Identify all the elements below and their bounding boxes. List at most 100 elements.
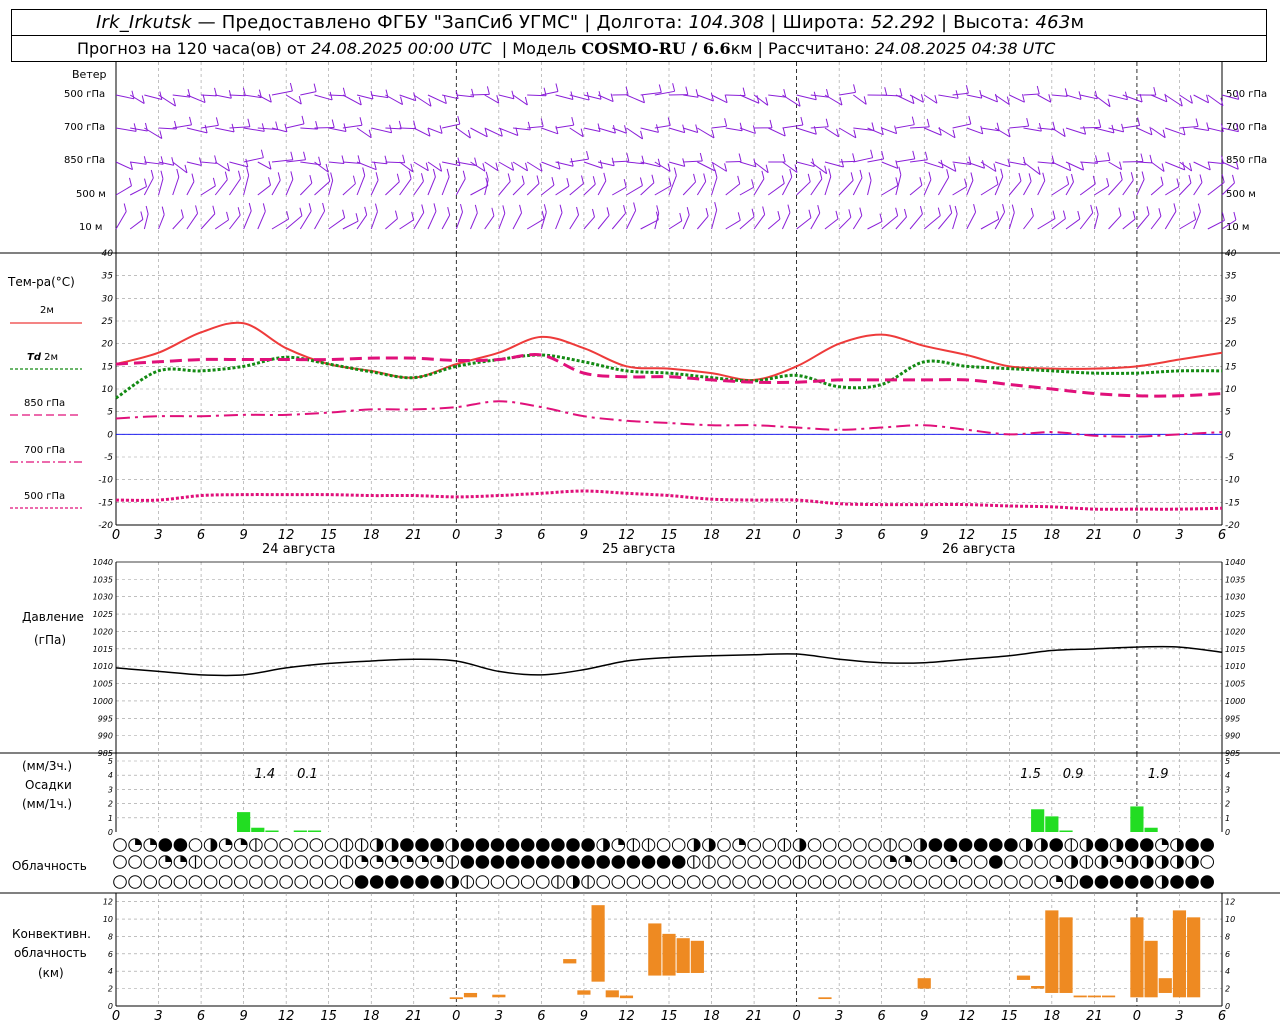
wind-barb-shaft bbox=[427, 94, 447, 105]
wind-barb-shaft bbox=[583, 161, 603, 169]
wind-barb bbox=[682, 173, 697, 196]
wind-barb-feather bbox=[1066, 176, 1070, 185]
precip-ytick-right: 3 bbox=[1225, 785, 1230, 794]
cloud-half bbox=[799, 838, 806, 852]
cloud-symbol bbox=[1079, 838, 1094, 852]
wind-barb-shaft bbox=[158, 214, 165, 230]
cloud-symbol bbox=[1140, 875, 1154, 889]
conv-ytick-right: 12 bbox=[1225, 898, 1235, 907]
pressure-ytick-left: 1025 bbox=[93, 610, 113, 619]
conv-x-tick-label: 12 bbox=[278, 1009, 295, 1024]
cloud-circle bbox=[128, 855, 142, 869]
wind-barb bbox=[1051, 176, 1070, 196]
cloud-circle bbox=[868, 838, 882, 852]
wind-barb-feather bbox=[928, 171, 932, 180]
temp-ytick-right: 40 bbox=[1225, 249, 1237, 259]
wind-barb bbox=[852, 207, 863, 230]
wind-barb-feather bbox=[330, 172, 334, 181]
wind-barb bbox=[838, 172, 854, 196]
wind-barb-feather bbox=[835, 210, 839, 220]
wind-barb bbox=[399, 211, 415, 230]
wind-barb-shaft bbox=[838, 180, 854, 196]
wind-barb bbox=[839, 84, 857, 96]
wind-barb bbox=[909, 94, 924, 103]
wind-barb bbox=[1193, 94, 1210, 104]
cloud-symbol bbox=[143, 838, 157, 852]
wind-barb-feather bbox=[329, 91, 333, 101]
cloud-symbol bbox=[792, 838, 807, 852]
wind-barb-feather bbox=[420, 173, 424, 182]
cloud-circle bbox=[732, 875, 746, 889]
cloud-symbol bbox=[324, 838, 339, 852]
wind-barb bbox=[484, 161, 499, 172]
wind-barb bbox=[966, 203, 977, 230]
wind-barb-feather bbox=[946, 169, 950, 178]
wind-barb-shaft bbox=[1136, 161, 1152, 164]
wind-barb-shaft bbox=[1023, 93, 1040, 96]
wind-barb bbox=[314, 173, 331, 196]
cloud-symbol bbox=[264, 838, 278, 852]
wind-barb-feather bbox=[639, 177, 643, 186]
conv-x-tick-label: 0 bbox=[1133, 1009, 1141, 1024]
cloud-circle bbox=[762, 875, 777, 889]
wind-barb-shaft bbox=[356, 214, 368, 230]
wind-barb bbox=[342, 117, 363, 129]
wind-barb bbox=[583, 176, 596, 196]
cloud-symbol bbox=[158, 875, 173, 889]
cloud-circle bbox=[143, 855, 157, 869]
cloud-circle bbox=[490, 875, 505, 889]
wind-barb-shaft bbox=[626, 185, 643, 196]
cloud-symbol bbox=[520, 838, 535, 852]
pressure-ytick-left: 1035 bbox=[93, 575, 113, 584]
wind-barb-shaft bbox=[923, 179, 932, 196]
conv-bar bbox=[1045, 910, 1059, 993]
wind-barb bbox=[739, 158, 757, 168]
cloud-symbol bbox=[309, 855, 324, 869]
conv-ytick-left: 8 bbox=[108, 932, 113, 941]
cloud-circle bbox=[853, 855, 867, 869]
wind-barb-shaft bbox=[328, 127, 347, 132]
conv-x-tick-label: 3 bbox=[154, 1009, 162, 1024]
cloud-circle bbox=[309, 875, 324, 889]
temp-ytick-left: 20 bbox=[102, 340, 114, 350]
cloud-circle bbox=[400, 838, 414, 852]
wind-barb-feather bbox=[541, 210, 545, 220]
wind-barb bbox=[725, 153, 742, 163]
wind-barb-shaft bbox=[796, 127, 817, 135]
cloud-symbol bbox=[324, 875, 339, 889]
conv-bar bbox=[1130, 917, 1144, 998]
cloud-circle bbox=[671, 875, 686, 889]
cloud-symbol bbox=[536, 875, 550, 889]
pressure-ytick-right: 1015 bbox=[1225, 645, 1245, 654]
wind-barb-feather bbox=[189, 116, 193, 125]
wind-barb-shaft bbox=[839, 160, 855, 163]
wind-barb-shaft bbox=[229, 161, 248, 168]
cloud-circle bbox=[626, 875, 641, 889]
wind-barb-shaft bbox=[711, 210, 718, 230]
wind-barb-shaft bbox=[1150, 161, 1165, 172]
pressure-ytick-right: 1030 bbox=[1225, 593, 1245, 602]
cloud-quarter bbox=[1161, 838, 1169, 845]
wind-barb bbox=[909, 151, 928, 163]
wind-barb-feather bbox=[486, 86, 490, 95]
pressure-ytick-right: 1035 bbox=[1225, 575, 1245, 584]
wind-barb-feather bbox=[1132, 210, 1136, 220]
wind-barb bbox=[1065, 210, 1081, 230]
wind-barb bbox=[938, 204, 953, 230]
cloud-half bbox=[1177, 855, 1184, 869]
conv-bar bbox=[662, 933, 676, 976]
cloud-symbol bbox=[188, 838, 203, 852]
conv-bar bbox=[591, 905, 605, 982]
cloud-symbol bbox=[430, 855, 444, 869]
wind-barb-shaft bbox=[1193, 182, 1203, 196]
cloud-symbol bbox=[551, 875, 565, 889]
cloud-quarter bbox=[1116, 855, 1123, 862]
wind-barb bbox=[342, 213, 359, 230]
wind-barb-feather bbox=[275, 121, 279, 130]
cloud-circle bbox=[838, 875, 852, 889]
wind-barb-feather bbox=[289, 82, 293, 92]
wind-barb-shaft bbox=[682, 214, 690, 230]
wind-barb-shaft bbox=[201, 161, 217, 164]
wind-barb-feather bbox=[693, 173, 697, 183]
wind-barb bbox=[895, 94, 915, 105]
